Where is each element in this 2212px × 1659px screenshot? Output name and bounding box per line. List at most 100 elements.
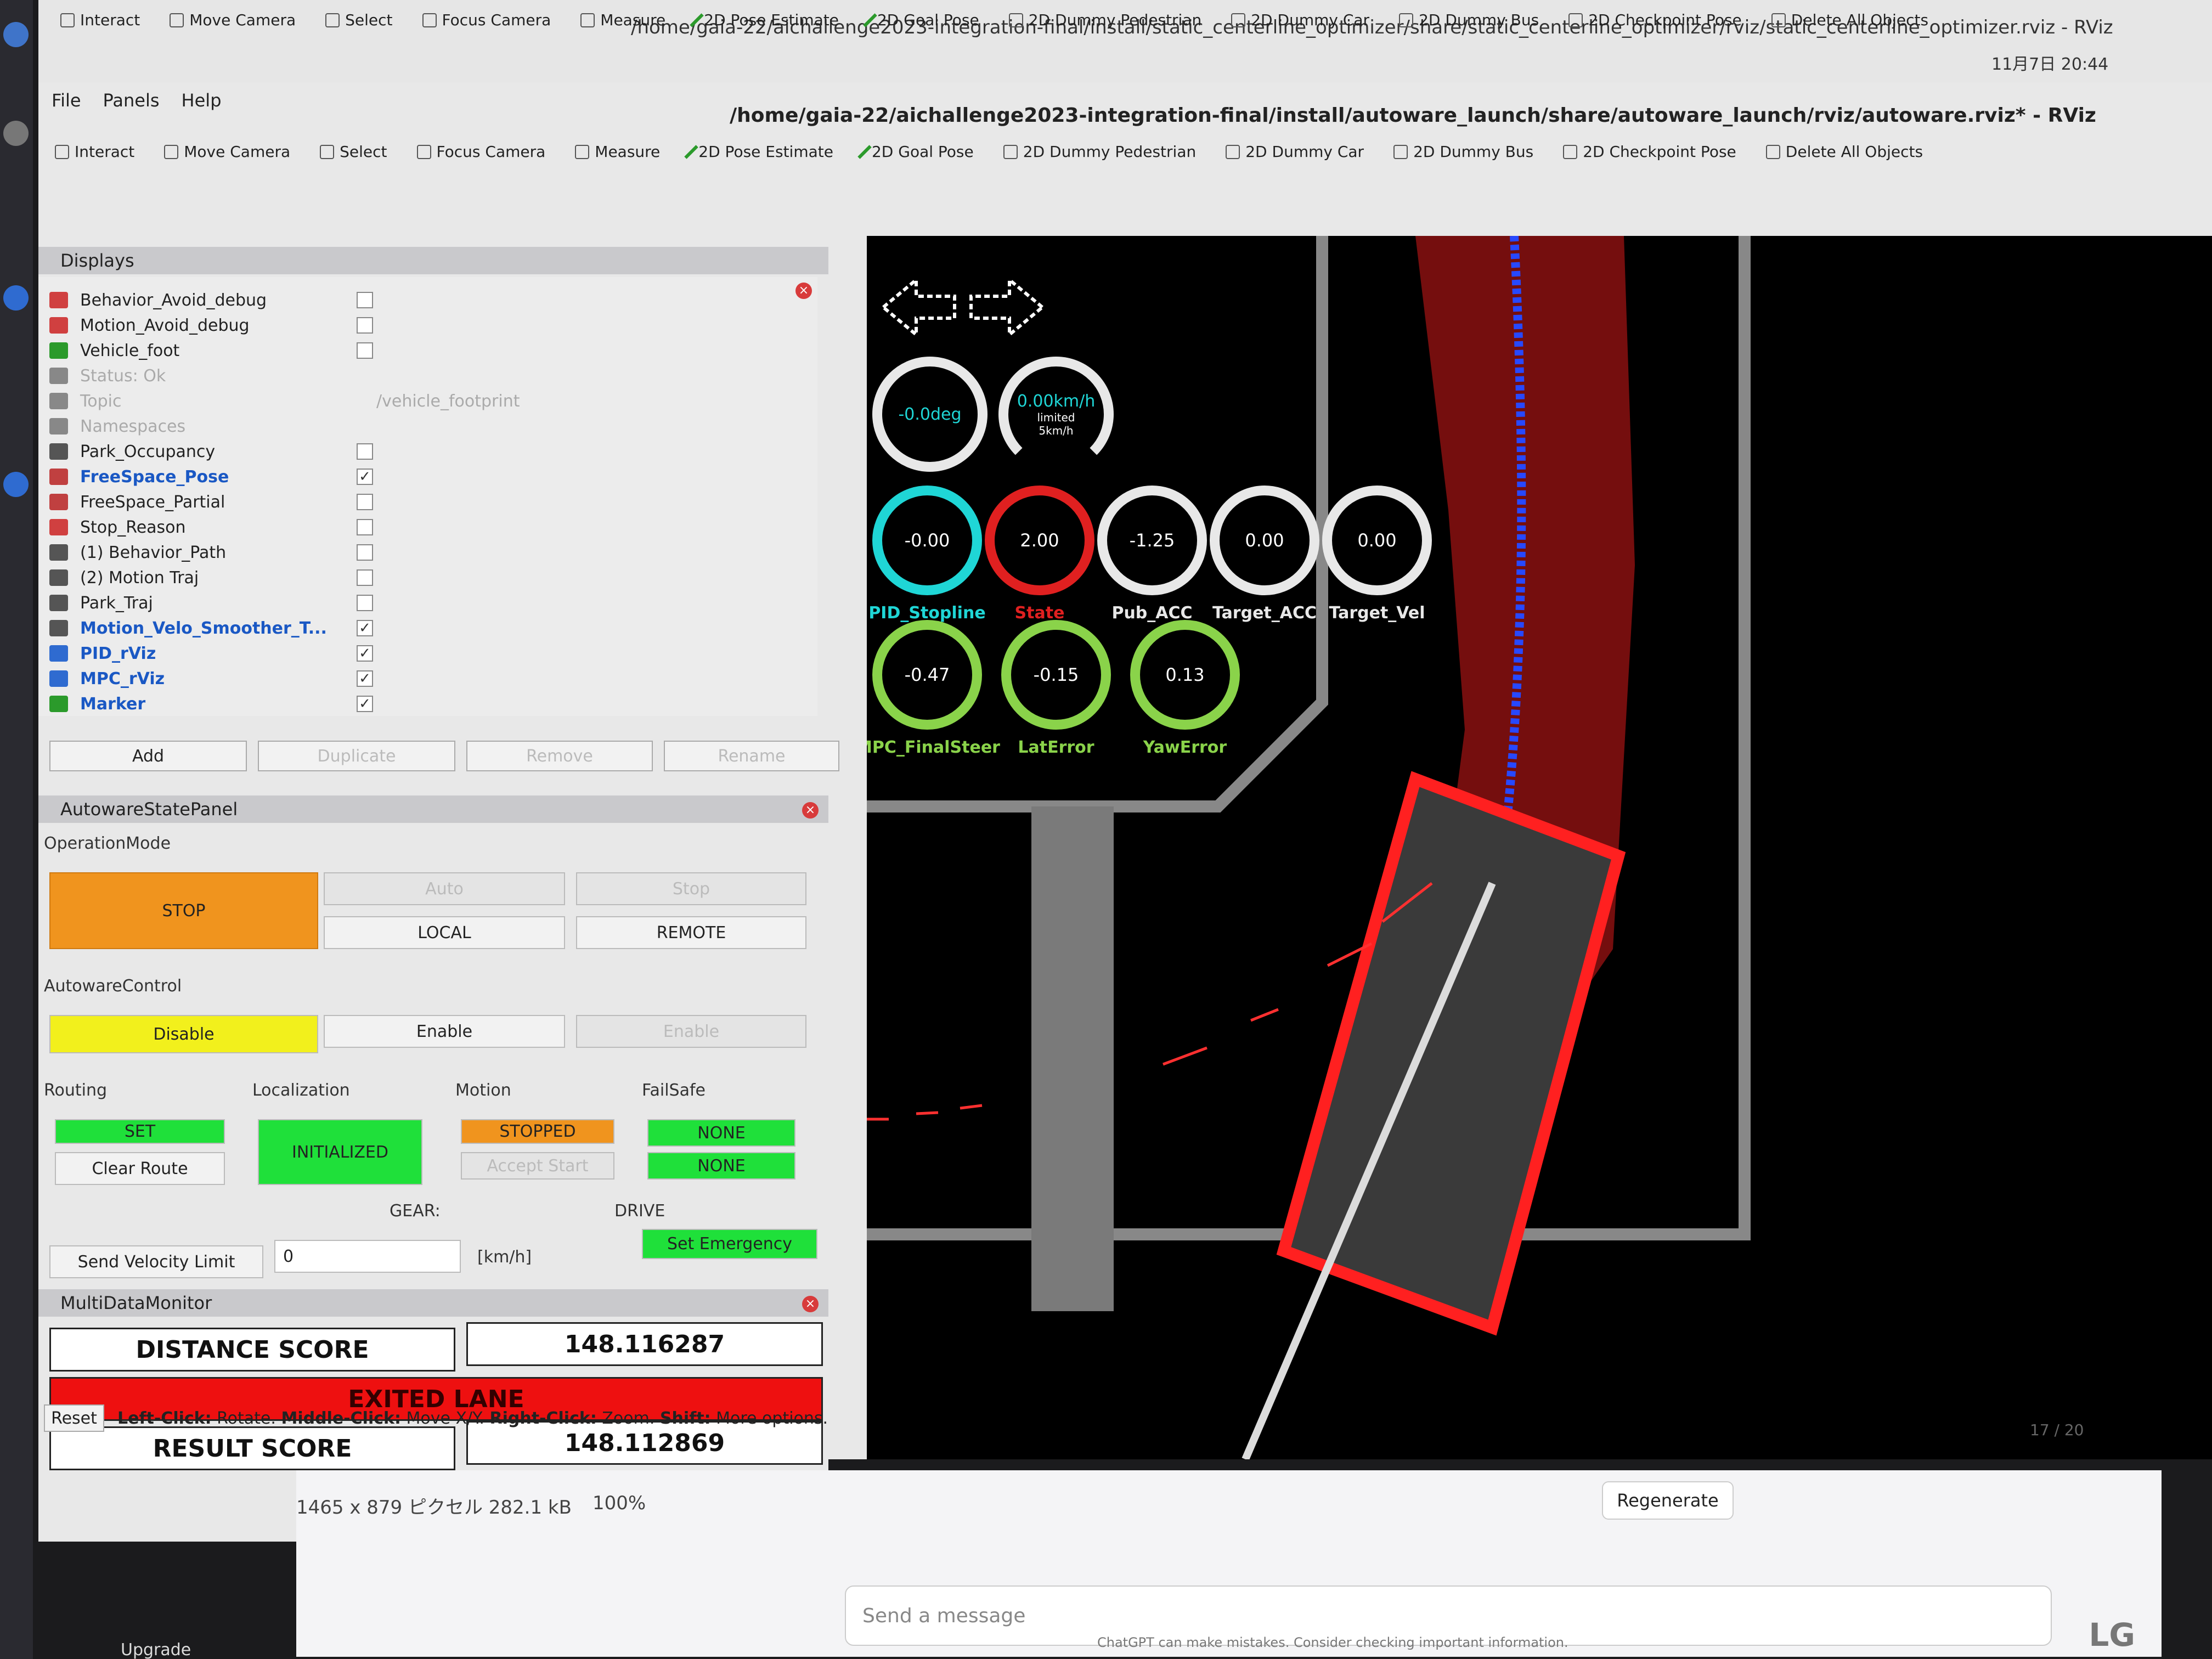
display-checkbox[interactable] <box>357 569 373 586</box>
reset-button[interactable]: Reset <box>44 1404 104 1432</box>
tool-icon <box>416 144 431 159</box>
display-item[interactable]: (1) Behavior_Path <box>49 540 806 565</box>
display-checkbox[interactable] <box>357 494 373 510</box>
toolbar-item-2d-pose-estimate[interactable]: 2D Pose Estimate <box>690 11 839 29</box>
duplicate-button[interactable]: Duplicate <box>258 741 455 771</box>
display-item[interactable]: Motion_Avoid_debug <box>49 313 806 337</box>
toolbar-item-interact[interactable]: Interact <box>55 143 134 161</box>
menu-panels[interactable]: Panels <box>103 90 160 111</box>
display-checkbox[interactable]: ✓ <box>357 469 373 485</box>
display-name: Vehicle_foot <box>80 341 180 360</box>
clear-route-button[interactable]: Clear Route <box>55 1152 225 1185</box>
dock-app-icon[interactable] <box>3 121 29 146</box>
display-item[interactable]: Park_Traj <box>49 591 806 615</box>
add-button[interactable]: Add <box>49 741 247 771</box>
gauge: -0.15 <box>1001 620 1111 730</box>
regenerate-button[interactable]: Regenerate <box>1602 1481 1734 1520</box>
tool-label: 2D Goal Pose <box>871 143 974 161</box>
toolbar-item-2d-goal-pose[interactable]: 2D Goal Pose <box>857 143 974 161</box>
display-item[interactable]: Behavior_Avoid_debug <box>49 288 806 312</box>
toolbar-item-measure[interactable]: Measure <box>575 143 660 161</box>
display-item[interactable]: FreeSpace_Pose ✓ <box>49 465 806 489</box>
toolbar-item-delete-all-objects[interactable]: Delete All Objects <box>1771 11 1928 29</box>
display-item[interactable]: Topic/vehicle_footprint <box>49 389 806 413</box>
distance-score-label: DISTANCE SCORE <box>49 1328 455 1372</box>
display-item[interactable]: MPC_rViz ✓ <box>49 667 806 691</box>
display-item[interactable]: Namespaces <box>49 414 806 438</box>
display-checkbox[interactable] <box>357 544 373 561</box>
toolbar-item-2d-checkpoint-pose[interactable]: 2D Checkpoint Pose <box>1568 11 1742 29</box>
display-checkbox[interactable]: ✓ <box>357 670 373 687</box>
toolbar-item-2d-pose-estimate[interactable]: 2D Pose Estimate <box>684 143 833 161</box>
display-icon <box>49 620 68 636</box>
left-arrow-icon <box>881 276 956 338</box>
enable-button[interactable]: Enable <box>324 1015 565 1048</box>
velocity-limit-input[interactable]: 0 <box>274 1240 461 1273</box>
upgrade-link[interactable]: Upgrade <box>121 1640 191 1659</box>
toolbar-item-delete-all-objects[interactable]: Delete All Objects <box>1765 143 1923 161</box>
display-checkbox[interactable] <box>357 443 373 460</box>
stop-button[interactable]: Stop <box>576 872 806 905</box>
gauge: -0.00 <box>872 486 982 595</box>
display-icon <box>49 418 68 435</box>
toolbar-item-select[interactable]: Select <box>325 11 393 29</box>
accept-start-button[interactable]: Accept Start <box>461 1152 614 1180</box>
send-velocity-limit-button[interactable]: Send Velocity Limit <box>49 1245 263 1278</box>
disable-button[interactable]: Enable <box>576 1015 806 1048</box>
display-item[interactable]: Marker ✓ <box>49 692 806 716</box>
remove-button[interactable]: Remove <box>466 741 653 771</box>
display-item[interactable]: Stop_Reason <box>49 515 806 539</box>
display-item[interactable]: Vehicle_foot <box>49 338 806 363</box>
gear-label: GEAR: <box>390 1201 441 1221</box>
toolbar-item-2d-dummy-car[interactable]: 2D Dummy Car <box>1231 11 1369 29</box>
dock-app-icon[interactable] <box>3 472 29 497</box>
menu-help[interactable]: Help <box>182 90 222 111</box>
toolbar-item-move-camera[interactable]: Move Camera <box>170 11 296 29</box>
toolbar-item-focus-camera[interactable]: Focus Camera <box>416 143 545 161</box>
close-icon[interactable]: × <box>802 802 819 819</box>
toolbar-item-2d-dummy-bus[interactable]: 2D Dummy Bus <box>1393 143 1533 161</box>
display-item[interactable]: FreeSpace_Partial <box>49 490 806 514</box>
auto-button[interactable]: Auto <box>324 872 565 905</box>
dock-app-icon[interactable] <box>3 22 29 47</box>
rename-button[interactable]: Rename <box>664 741 839 771</box>
display-checkbox[interactable] <box>357 595 373 611</box>
display-checkbox[interactable]: ✓ <box>357 696 373 712</box>
display-icon <box>49 292 68 308</box>
toolbar-item-2d-checkpoint-pose[interactable]: 2D Checkpoint Pose <box>1563 143 1736 161</box>
display-item[interactable]: PID_rViz ✓ <box>49 641 806 665</box>
display-checkbox[interactable]: ✓ <box>357 620 373 636</box>
tool-label: Move Camera <box>189 11 296 29</box>
rviz-3d-view[interactable]: -0.0deg 0.00km/h limited 5km/h -0.00 PID_… <box>867 236 2212 1459</box>
display-item[interactable]: Status: Ok <box>49 364 806 388</box>
toolbar-item-move-camera[interactable]: Move Camera <box>164 143 290 161</box>
display-name: Behavior_Avoid_debug <box>80 290 267 310</box>
display-checkbox[interactable] <box>357 519 373 535</box>
set-emergency-button[interactable]: Set Emergency <box>642 1229 817 1259</box>
dock-app-icon[interactable] <box>3 285 29 311</box>
toolbar-item-2d-dummy-pedestrian[interactable]: 2D Dummy Pedestrian <box>1008 11 1201 29</box>
display-checkbox[interactable]: ✓ <box>357 645 373 662</box>
display-item[interactable]: Motion_Velo_Smoother_T... ✓ <box>49 616 806 640</box>
remote-button[interactable]: REMOTE <box>576 916 806 949</box>
tool-icon <box>863 13 877 27</box>
display-item[interactable]: Park_Occupancy <box>49 439 806 464</box>
local-button[interactable]: LOCAL <box>324 916 565 949</box>
toolbar-item-2d-goal-pose[interactable]: 2D Goal Pose <box>863 11 979 29</box>
toolbar-item-2d-dummy-car[interactable]: 2D Dummy Car <box>1226 143 1364 161</box>
toolbar-item-focus-camera[interactable]: Focus Camera <box>422 11 551 29</box>
menu-file[interactable]: File <box>52 90 81 111</box>
toolbar-item-select[interactable]: Select <box>320 143 387 161</box>
toolbar-item-interact[interactable]: Interact <box>60 11 140 29</box>
toolbar-item-2d-dummy-pedestrian[interactable]: 2D Dummy Pedestrian <box>1003 143 1196 161</box>
toolbar-item-measure[interactable]: Measure <box>580 11 665 29</box>
status-bar: Reset Left-Click: Rotate. Middle-Click: … <box>38 1399 828 1437</box>
display-checkbox[interactable] <box>357 292 373 308</box>
toolbar-item-2d-dummy-bus[interactable]: 2D Dummy Bus <box>1399 11 1539 29</box>
display-icon <box>49 645 68 662</box>
close-icon[interactable]: × <box>802 1296 819 1312</box>
display-item[interactable]: (2) Motion Traj <box>49 566 806 590</box>
limited-text: limited <box>1037 410 1075 424</box>
display-checkbox[interactable] <box>357 317 373 334</box>
display-checkbox[interactable] <box>357 342 373 359</box>
